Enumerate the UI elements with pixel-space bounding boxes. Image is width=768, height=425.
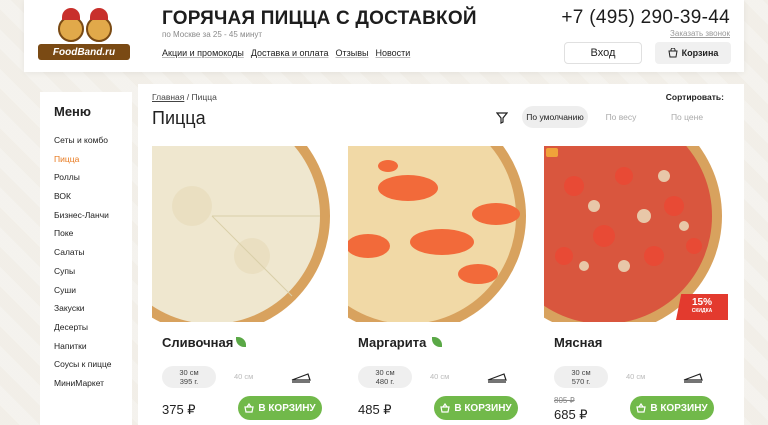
- product-card[interactable]: 15% СКИДКА Мясная 30 см 570 г. 40 см 805…: [544, 146, 728, 425]
- delivery-subtitle: по Москве за 25 - 45 минут: [162, 30, 263, 39]
- pizza-image-margherita[interactable]: [348, 146, 528, 322]
- size-value: 30 см: [375, 368, 395, 377]
- callback-link[interactable]: Заказать звонок: [670, 29, 730, 38]
- add-to-cart-label: В КОРЗИНУ: [258, 402, 316, 414]
- product-price: 485 ₽: [358, 402, 392, 417]
- product-card[interactable]: Маргарита 30 см 480 г. 40 см 485 ₽ В КОР…: [348, 146, 528, 425]
- nav-delivery[interactable]: Доставка и оплата: [251, 48, 329, 58]
- breadcrumb-home[interactable]: Главная: [152, 92, 184, 102]
- login-button[interactable]: Вход: [564, 42, 642, 64]
- nav-reviews[interactable]: Отзывы: [335, 48, 368, 58]
- size-value: 30 см: [571, 368, 591, 377]
- add-to-cart-label: В КОРЗИНУ: [650, 402, 708, 414]
- product-price: 685 ₽: [554, 407, 588, 422]
- add-to-cart-label: В КОРЗИНУ: [454, 402, 512, 414]
- logo-text: FoodBand.ru: [38, 44, 130, 60]
- sidebar-item-snacks[interactable]: Закуски: [54, 299, 132, 318]
- basket-icon: [244, 403, 255, 413]
- sidebar-item-pizza[interactable]: Пицца: [54, 150, 132, 169]
- size-option-alt[interactable]: 40 см: [234, 372, 253, 381]
- page-title: Пицца: [152, 108, 206, 128]
- add-to-cart-button[interactable]: В КОРЗИНУ: [630, 396, 714, 420]
- add-to-cart-button[interactable]: В КОРЗИНУ: [434, 396, 518, 420]
- main-content: Главная / Пицца Пицца Сортировать: По ум…: [138, 84, 744, 425]
- add-to-cart-button[interactable]: В КОРЗИНУ: [238, 396, 322, 420]
- weight-value: 395 г.: [179, 377, 199, 386]
- product-price: 375 ₽: [162, 402, 196, 417]
- vegetarian-leaf-icon: [236, 337, 246, 347]
- size-option-alt[interactable]: 40 см: [430, 372, 449, 381]
- filter-icon[interactable]: [496, 112, 508, 124]
- cart-label: Корзина: [681, 48, 719, 58]
- dough-type-icon[interactable]: [682, 370, 704, 384]
- size-option-selected[interactable]: 30 см 570 г.: [554, 366, 608, 388]
- page-heading: ГОРЯЧАЯ ПИЦЦА С ДОСТАВКОЙ: [162, 8, 477, 29]
- weight-value: 570 г.: [571, 377, 591, 386]
- sort-options: По умолчанию По весу По цене: [522, 106, 720, 128]
- cart-button[interactable]: Корзина: [655, 42, 731, 64]
- size-option-alt[interactable]: 40 см: [626, 372, 645, 381]
- sidebar-item-rolls[interactable]: Роллы: [54, 168, 132, 187]
- phone-number[interactable]: +7 (495) 290-39-44: [561, 7, 730, 29]
- site-header: FoodBand.ru ГОРЯЧАЯ ПИЦЦА С ДОСТАВКОЙ по…: [24, 0, 744, 72]
- sidebar-item-desserts[interactable]: Десерты: [54, 318, 132, 337]
- sidebar-item-sushi[interactable]: Суши: [54, 281, 132, 300]
- sidebar-item-business-lunch[interactable]: Бизнес-Ланчи: [54, 206, 132, 225]
- sort-by-price[interactable]: По цене: [654, 106, 720, 128]
- size-value: 30 см: [179, 368, 199, 377]
- basket-icon: [636, 403, 647, 413]
- sort-default[interactable]: По умолчанию: [522, 106, 588, 128]
- size-option-selected[interactable]: 30 см 480 г.: [358, 366, 412, 388]
- product-name: Маргарита: [358, 335, 427, 350]
- nav-promos[interactable]: Акции и промокоды: [162, 48, 244, 58]
- sidebar-item-soups[interactable]: Супы: [54, 262, 132, 281]
- old-price: 805 ₽: [554, 396, 575, 405]
- sort-label: Сортировать:: [665, 92, 724, 102]
- sidebar-item-sauces[interactable]: Соусы к пицце: [54, 355, 132, 374]
- discount-badge: 15% СКИДКА: [676, 294, 728, 320]
- basket-icon: [440, 403, 451, 413]
- size-option-selected[interactable]: 30 см 395 г.: [162, 366, 216, 388]
- sidebar-item-salads[interactable]: Салаты: [54, 243, 132, 262]
- sidebar-item-sets[interactable]: Сеты и комбо: [54, 131, 132, 150]
- product-card[interactable]: Сливочная 30 см 395 г. 40 см 375 ₽ В КОР…: [152, 146, 332, 425]
- breadcrumb-separator: /: [186, 92, 190, 102]
- sort-by-weight[interactable]: По весу: [588, 106, 654, 128]
- dough-type-icon[interactable]: [290, 370, 312, 384]
- cart-icon: [667, 48, 678, 58]
- discount-value: 15%: [691, 297, 712, 308]
- top-nav: Акции и промокоды Доставка и оплата Отзы…: [162, 48, 410, 58]
- breadcrumb-current: Пицца: [191, 92, 217, 102]
- logo[interactable]: FoodBand.ru: [38, 8, 130, 64]
- nav-news[interactable]: Новости: [375, 48, 410, 58]
- hot-badge-icon: [546, 148, 558, 157]
- sidebar-item-minimarket[interactable]: МиниМаркет: [54, 374, 132, 393]
- product-name: Мясная: [554, 335, 603, 350]
- discount-label: СКИДКА: [691, 308, 713, 314]
- vegetarian-leaf-icon: [432, 337, 442, 347]
- sidebar-item-drinks[interactable]: Напитки: [54, 337, 132, 356]
- product-name: Сливочная: [162, 335, 234, 350]
- logo-mascot-icon: [58, 8, 114, 46]
- sidebar-item-poke[interactable]: Поке: [54, 224, 132, 243]
- weight-value: 480 г.: [375, 377, 395, 386]
- menu-title: Меню: [54, 104, 92, 119]
- dough-type-icon[interactable]: [486, 370, 508, 384]
- pizza-image-creamy[interactable]: [152, 146, 332, 322]
- sidebar-item-wok[interactable]: ВОК: [54, 187, 132, 206]
- breadcrumb: Главная / Пицца: [152, 92, 217, 102]
- sidebar-menu: Меню Сеты и комбо Пицца Роллы ВОК Бизнес…: [40, 92, 132, 425]
